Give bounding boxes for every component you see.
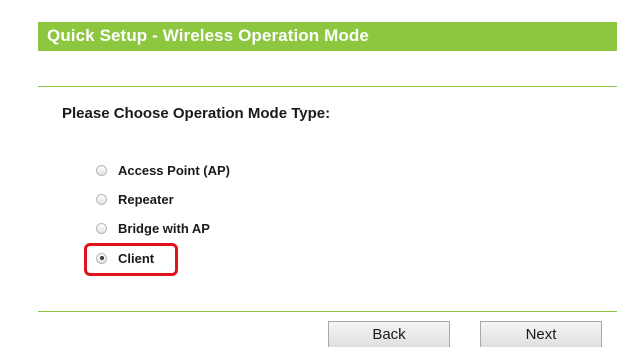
option-repeater[interactable]: Repeater: [96, 189, 174, 209]
option-bridge-with-ap[interactable]: Bridge with AP: [96, 218, 210, 238]
top-divider: [38, 86, 617, 87]
option-label-access-point: Access Point (AP): [118, 162, 230, 178]
radio-access-point[interactable]: [96, 164, 107, 176]
radio-repeater[interactable]: [96, 193, 107, 205]
section-header: Quick Setup - Wireless Operation Mode: [38, 22, 617, 51]
bottom-divider: [38, 311, 617, 312]
operation-mode-prompt: Please Choose Operation Mode Type:: [62, 105, 331, 122]
back-button[interactable]: Back: [328, 321, 450, 347]
option-label-bridge-with-ap: Bridge with AP: [118, 220, 210, 236]
client-highlight-box: [84, 243, 178, 276]
page-title: Quick Setup - Wireless Operation Mode: [47, 26, 369, 45]
next-button[interactable]: Next: [480, 321, 602, 347]
radio-bridge-with-ap[interactable]: [96, 222, 107, 234]
option-access-point[interactable]: Access Point (AP): [96, 160, 230, 180]
quick-setup-page: Quick Setup - Wireless Operation Mode Pl…: [0, 0, 617, 347]
option-label-repeater: Repeater: [118, 191, 174, 207]
